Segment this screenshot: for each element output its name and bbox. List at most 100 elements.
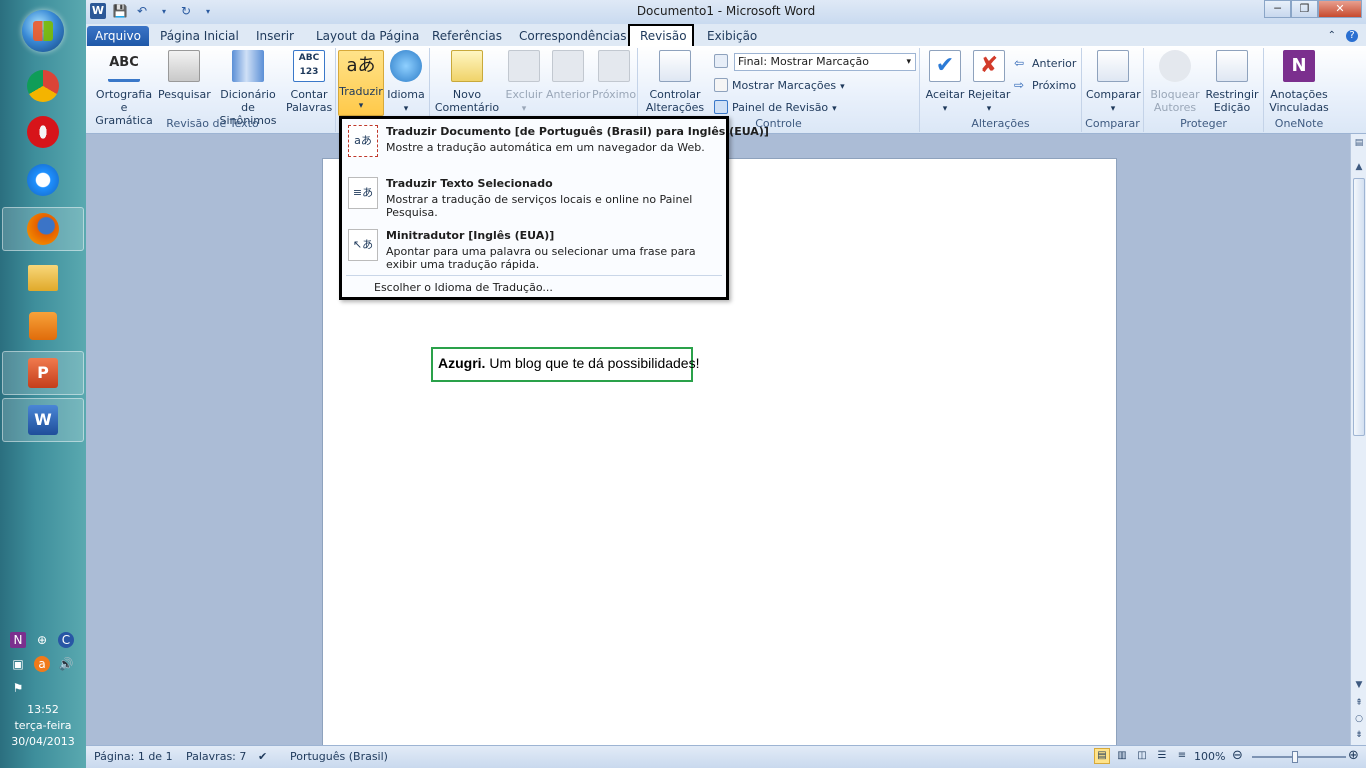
next-comment-button[interactable]: Próximo [592,50,636,101]
taskbar-chrome[interactable] [2,64,84,108]
tab-page-layout[interactable]: Layout da Página [306,26,429,46]
word-count-button[interactable]: ABC 123 Contar Palavras [286,50,332,114]
group-label-protect: Proteger [1180,117,1227,130]
system-tray-row-2: ▣ a 🔊 [10,656,80,672]
blog-tagline-text: Um blog que te dá possibilidades! [485,355,700,371]
vertical-scrollbar[interactable]: ▤ ▲ ▼ ⇞ ○ ⇟ [1350,134,1366,745]
restrict-editing-button[interactable]: Restringir Edição [1204,50,1260,114]
select-chevron-down-icon: ▾ [906,57,911,67]
highlighted-text-box[interactable]: Azugri. Um blog que te dá possibilidades… [431,347,699,382]
tab-review[interactable]: Revisão [628,24,694,48]
language-dropdown-icon [386,101,426,116]
display-for-review-select[interactable]: Final: Mostrar Marcação ▾ [734,53,916,71]
next-page-icon[interactable]: ⇟ [1352,728,1366,742]
zoom-out-icon[interactable]: ⊖ [1232,748,1243,763]
taskbar-word[interactable]: W [2,398,84,442]
group-label-compare: Comparar [1085,117,1140,130]
system-tray-row-1: N ⊕ C [10,632,80,648]
minimize-button[interactable]: ─ [1264,0,1291,18]
reject-button[interactable]: ✘ Rejeitar [968,50,1010,116]
ruler-toggle-icon[interactable]: ▤ [1352,136,1366,150]
taskbar-media-player[interactable] [2,304,84,348]
linked-notes-button[interactable]: N Anotações Vinculadas [1268,50,1330,114]
previous-comment-button[interactable]: Anterior [546,50,590,101]
scroll-down-icon[interactable]: ▼ [1352,678,1366,692]
tab-insert[interactable]: Inserir [246,26,304,46]
taskbar-internet-explorer[interactable] [2,158,84,202]
research-book-icon [168,50,200,82]
zoom-slider-thumb[interactable] [1292,751,1298,763]
taskbar-file-explorer[interactable] [2,256,84,300]
draft-icon[interactable]: ≡ [1174,748,1190,764]
clock-date: 30/04/2013 [11,735,75,748]
print-layout-icon[interactable]: ▤ [1094,748,1110,764]
outline-icon[interactable]: ☰ [1154,748,1170,764]
next-comment-icon [598,50,630,82]
browse-object-icon[interactable]: ○ [1352,712,1366,726]
language-label: Idioma [387,88,425,101]
tab-references[interactable]: Referências [422,26,512,46]
ribbon-tabs: Arquivo Página Inicial Inserir Layout da… [86,24,1366,48]
research-button[interactable]: Pesquisar [158,50,211,101]
choose-translation-language[interactable]: Escolher o Idioma de Tradução... [374,281,553,294]
display-for-review-value: Final: Mostrar Marcação [738,55,869,68]
thesaurus-button[interactable]: Dicionário de Sinônimos [212,50,284,127]
review-pane-icon [714,100,728,114]
network-icon[interactable]: ▣ [10,656,26,672]
clock[interactable]: 13:52 terça-feira 30/04/2013 [0,702,86,750]
block-authors-button[interactable]: Bloquear Autores [1148,50,1202,114]
show-markup-dropdown-icon [840,79,845,92]
menu-item-translate-document[interactable]: aあ Traduzir Documento [de Português (Bra… [342,121,769,173]
close-button[interactable]: ✕ [1318,0,1362,18]
zoom-in-icon[interactable]: ⊕ [1348,748,1359,763]
zoom-slider-track[interactable] [1252,756,1346,758]
action-center-flag-icon[interactable]: ⚑ [10,680,26,696]
help-icon[interactable]: ? [1346,30,1358,42]
volume-icon[interactable]: 🔊 [58,656,74,672]
show-markup-icon [714,78,728,92]
tab-home[interactable]: Página Inicial [150,26,249,46]
maximize-button[interactable]: ❐ [1291,0,1318,18]
minimize-ribbon-icon[interactable]: ⌃ [1328,30,1336,42]
new-comment-button[interactable]: Novo Comentário [432,50,502,114]
group-proofing: ABC Ortografia e Gramática Pesquisar Dic… [90,48,336,132]
zoom-level[interactable]: 100% [1194,750,1225,763]
web-layout-icon[interactable]: ◫ [1134,748,1150,764]
next-change-button[interactable]: ⇨ Próximo [1014,76,1076,94]
language-button[interactable]: Idioma [386,50,426,116]
onenote-tray-icon[interactable]: N [10,632,26,648]
status-language[interactable]: Português (Brasil) [290,750,388,763]
accept-button[interactable]: ✔ Aceitar [924,50,966,116]
status-page[interactable]: Página: 1 de 1 [94,750,173,763]
spelling-grammar-button[interactable]: ABC Ortografia e Gramática [92,50,156,127]
menu-item-translate-selection[interactable]: ≡あ Traduzir Texto Selecionado Mostrar a … [342,173,726,225]
scrollbar-thumb[interactable] [1353,178,1365,436]
app-tray-icon[interactable]: C [58,632,74,648]
previous-change-button[interactable]: ⇦ Anterior [1014,54,1076,72]
review-pane-button[interactable]: Painel de Revisão [714,98,837,116]
tab-view[interactable]: Exibição [697,26,767,46]
translate-button[interactable]: aあ Traduzir [338,50,384,116]
tab-mailings[interactable]: Correspondências [509,26,636,46]
taskbar-powerpoint[interactable]: P [2,351,84,395]
tab-file[interactable]: Arquivo [87,26,149,46]
clock-time: 13:52 [27,703,59,716]
delete-comment-button[interactable]: Excluir [504,50,544,116]
start-button[interactable] [22,10,64,52]
full-screen-reading-icon[interactable]: ▥ [1114,748,1130,764]
scroll-up-icon[interactable]: ▲ [1352,160,1366,174]
new-comment-icon [451,50,483,82]
taskbar-firefox[interactable] [2,207,84,251]
avast-icon[interactable]: a [34,656,50,672]
proofing-check-icon[interactable]: ✔ [258,750,267,763]
track-changes-button[interactable]: Controlar Alterações [642,50,708,114]
menu-item-mini-translator[interactable]: ↖あ Minitradutor [Inglês (EUA)] Apontar p… [342,225,726,277]
previous-page-icon[interactable]: ⇞ [1352,696,1366,710]
status-words[interactable]: Palavras: 7 [186,750,246,763]
compare-button[interactable]: Comparar [1086,50,1141,116]
compare-documents-icon [1097,50,1129,82]
network-globe-icon[interactable]: ⊕ [34,632,50,648]
taskbar-opera[interactable] [2,110,84,154]
show-markup-button[interactable]: Mostrar Marcações [714,76,845,94]
clock-day: terça-feira [14,719,72,732]
